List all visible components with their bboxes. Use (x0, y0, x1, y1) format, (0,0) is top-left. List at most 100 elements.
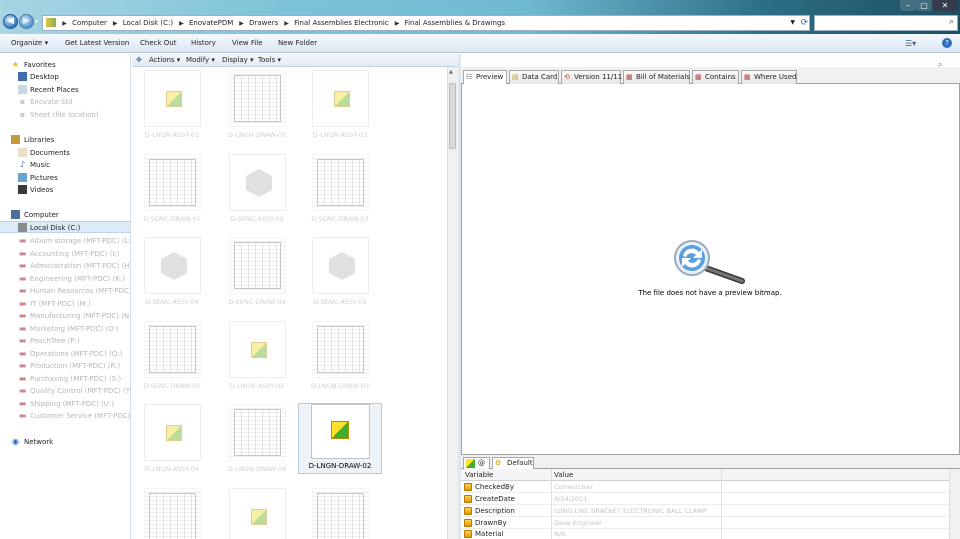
file-thumbnail[interactable] (144, 488, 201, 539)
nav-drive[interactable]: ▬ Operations (MFT-PDC) (Q:) (0, 348, 130, 360)
breadcrumb-final-assemblies-drawings[interactable]: Final Assemblies & Drawings (404, 16, 510, 30)
refresh-icon[interactable]: ⟳ (800, 16, 808, 30)
close-button[interactable]: ✕ (932, 0, 958, 11)
breadcrumb-drawers[interactable]: Drawers (248, 16, 282, 30)
variable-value[interactable]: LONG LINE BRACKET ELECTRONIC BALL CLAMP (554, 506, 707, 517)
search-icon[interactable]: ⌕ (949, 17, 954, 27)
nav-recent-places[interactable]: Recent Places (0, 84, 130, 96)
nav-drive[interactable]: ▬ Manufacturing (MFT-PDC) (N:) (0, 310, 130, 322)
file-thumbnail[interactable] (144, 404, 201, 461)
view-options-icon[interactable]: ☰▾ (905, 34, 916, 53)
tab-bill-of-materials[interactable]: ▦ Bill of Materials (623, 70, 690, 84)
file-thumbnail[interactable] (312, 70, 369, 127)
scrollbar-thumb[interactable] (449, 83, 456, 149)
nav-drive[interactable]: ▬ Human Resources (MFT-PDC) (0, 285, 130, 297)
address-dropdown-icon[interactable]: ▼ (790, 16, 795, 30)
tools-menu[interactable]: Tools ▾ (258, 54, 281, 67)
nav-favorite-item[interactable]: ▪ Sheet (file location) (0, 109, 130, 121)
nav-drive[interactable]: ▬ Marketing (MFT-PDC) (O:) (0, 323, 130, 335)
nav-network[interactable]: ◉ Network (0, 436, 130, 448)
nav-libraries[interactable]: Libraries (0, 134, 130, 146)
network-drive-icon: ▬ (18, 411, 27, 420)
file-thumbnail[interactable] (229, 154, 286, 211)
view-file-button[interactable]: View File (232, 34, 263, 53)
table-row[interactable]: CreateDate 9/24/2011 (461, 494, 949, 505)
variable-value[interactable]: Dave Engineer (554, 518, 602, 529)
variables-scrollbar[interactable] (949, 469, 960, 539)
maximize-button[interactable]: ▢ (916, 0, 932, 11)
file-thumbnail[interactable] (144, 321, 201, 378)
nav-pictures[interactable]: Pictures (0, 172, 130, 184)
back-arrow-icon[interactable]: ◀ (3, 14, 18, 29)
recent-pages-dropdown-icon[interactable]: ▾ (35, 18, 38, 25)
nav-drive[interactable]: ▬ Accounting (MFT-PDC) (I:) (0, 248, 130, 260)
breadcrumb-enovatepdm[interactable]: EnovatePDM (188, 16, 237, 30)
tab-contains[interactable]: ▦ Contains (692, 70, 739, 84)
table-row[interactable]: Description LONG LINE BRACKET ELECTRONIC … (461, 506, 949, 517)
address-bar[interactable]: ▶ Computer ▶ Local Disk (C:) ▶ EnovatePDM ▶… (42, 15, 810, 31)
history-button[interactable]: History (191, 34, 216, 53)
table-row[interactable]: DrawnBy Dave Engineer (461, 518, 949, 529)
file-thumbnail[interactable] (229, 404, 286, 461)
file-thumbnail[interactable] (312, 488, 369, 539)
tab-label: Default (507, 459, 533, 467)
help-icon[interactable]: ? (942, 38, 952, 48)
nav-drive[interactable]: ▬ Engineering (MFT-PDC) (K:) (0, 273, 130, 285)
modify-menu[interactable]: Modify ▾ (186, 54, 215, 67)
nav-favorites[interactable]: ★ Favorites (0, 59, 130, 71)
file-thumbnail[interactable] (312, 321, 369, 378)
nav-drive[interactable]: ▬ Album storage (MFT-PDC) (L:) (0, 235, 130, 247)
breadcrumb-final-assemblies-electronic[interactable]: Final Assemblies Electronic (293, 16, 393, 30)
nav-drive[interactable]: ▬ Purchasing (MFT-PDC) (S:) (0, 373, 130, 385)
breadcrumb-local-disk[interactable]: Local Disk (C:) (122, 16, 177, 30)
nav-drive[interactable]: ▬Customer Service (MFT-PDC) (V:) (0, 410, 130, 422)
file-thumbnail[interactable] (144, 154, 201, 211)
search-input[interactable]: ⌕ (814, 15, 958, 31)
file-thumbnail[interactable] (144, 70, 201, 127)
actions-menu[interactable]: Actions ▾ (149, 54, 180, 67)
nav-drive[interactable]: ▬ IT (MFT-PDC) (M:) (0, 298, 130, 310)
tab-data-card[interactable]: ▤ Data Card (509, 70, 559, 84)
tab-at[interactable]: @ (463, 457, 490, 469)
nav-documents[interactable]: Documents (0, 147, 130, 159)
forward-arrow-icon[interactable]: ▶ (19, 14, 34, 29)
file-thumbnail[interactable] (229, 488, 286, 539)
organize-button[interactable]: Organize ▾ (11, 34, 48, 53)
file-thumbnail[interactable] (312, 154, 369, 211)
variable-value[interactable]: CurrentUser (554, 482, 593, 493)
check-out-button[interactable]: Check Out (140, 34, 176, 53)
tab-preview[interactable]: ☷ Preview (463, 70, 507, 85)
new-folder-button[interactable]: New Folder (278, 34, 317, 53)
nav-drive[interactable]: ▬ Administration (MFT-PDC) (H:) (0, 260, 130, 272)
column-header-value[interactable]: Value (554, 469, 573, 481)
scroll-up-icon[interactable]: ▲ (449, 69, 453, 75)
tab-version[interactable]: ⟲ Version 11/11 (561, 70, 622, 84)
file-thumbnail[interactable] (144, 237, 201, 294)
nav-drive[interactable]: ▬ Production (MFT-PDC) (R:) (0, 360, 130, 372)
file-thumbnail[interactable] (229, 237, 286, 294)
nav-label: Documents (30, 149, 70, 157)
nav-music[interactable]: ♪ Music (0, 159, 130, 171)
table-row[interactable]: CheckedBy CurrentUser (461, 482, 949, 493)
column-header-variable[interactable]: Variable (465, 469, 493, 481)
display-menu[interactable]: Display ▾ (222, 54, 254, 67)
nav-computer[interactable]: Computer (0, 209, 130, 221)
nav-drive[interactable]: ▬ Shipping (MFT-PDC) (U:) (0, 398, 130, 410)
tab-where-used[interactable]: ▦ Where Used (741, 70, 797, 84)
nav-drive[interactable]: ▬ PeachTree (P:) (0, 335, 130, 347)
file-thumbnail[interactable] (229, 321, 286, 378)
nav-favorite-item[interactable]: ▪ Enovate Std (0, 96, 130, 108)
file-thumbnail[interactable] (312, 237, 369, 294)
minimize-button[interactable]: – (900, 0, 916, 11)
get-latest-version-button[interactable]: Get Latest Version (65, 34, 129, 53)
nav-desktop[interactable]: Desktop (0, 71, 130, 83)
nav-videos[interactable]: Videos (0, 184, 130, 196)
breadcrumb-computer[interactable]: Computer (71, 16, 111, 30)
variable-value[interactable]: N/A (554, 529, 566, 539)
nav-drive[interactable]: ▬ Quality Control (MFT-PDC) (T:) (0, 385, 130, 397)
table-row[interactable]: Material N/A (461, 529, 949, 539)
variable-value[interactable]: 9/24/2011 (554, 494, 587, 505)
tab-default[interactable]: ⚙ Default (492, 457, 534, 469)
nav-local-disk[interactable]: Local Disk (C:) (0, 221, 130, 233)
file-thumbnail[interactable] (229, 70, 286, 127)
